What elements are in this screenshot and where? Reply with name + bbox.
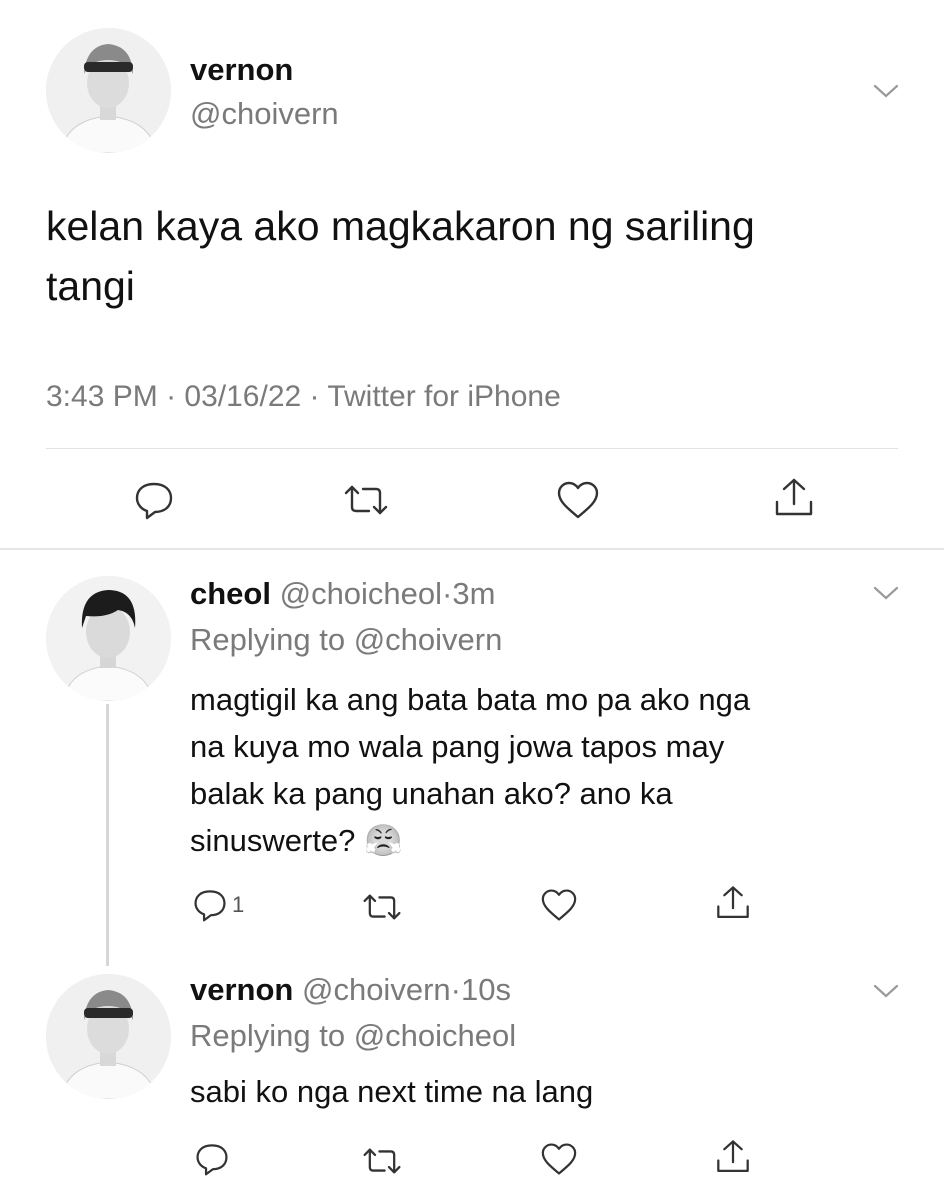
reply-header: cheol @choicheol·3m (190, 576, 495, 612)
retweet-icon (363, 1148, 401, 1174)
reply-text-line: sinuswerte? (190, 823, 356, 858)
chevron-down-icon (873, 84, 899, 98)
author-name[interactable]: vernon (190, 52, 293, 88)
chevron-down-icon (873, 586, 899, 600)
reply-header: vernon @choivern·10s (190, 972, 511, 1008)
share-button[interactable] (772, 476, 816, 520)
reply-text-line-last: sinuswerte? 😤 (190, 817, 750, 864)
tweet-menu-chevron[interactable] (872, 82, 900, 100)
reply-text: sabi ko nga next time na lang (190, 1074, 594, 1109)
meta-separator: · (442, 576, 453, 611)
reply-count: 1 (232, 892, 245, 917)
share-icon (717, 886, 749, 918)
reply-button[interactable] (194, 1142, 230, 1176)
replying-to[interactable]: Replying to @choicheol (190, 1018, 516, 1054)
reply-icon (196, 1144, 228, 1176)
author-name[interactable]: cheol (190, 576, 271, 611)
tweet-text: kelan kaya ako magkakaron ng sariling ta… (46, 196, 755, 316)
reply-button[interactable]: 1 (192, 888, 244, 922)
meta-separator: · (309, 380, 320, 413)
meta-separator: · (166, 380, 177, 413)
replying-to[interactable]: Replying to @choivern (190, 622, 502, 658)
avatar-vernon-main[interactable] (46, 28, 171, 153)
reply-time[interactable]: 3m (452, 576, 495, 611)
reply-text-line: magtigil ka ang bata bata mo pa ako nga (190, 682, 751, 717)
like-button[interactable] (540, 888, 578, 922)
tweet-source[interactable]: Twitter for iPhone (327, 380, 560, 413)
author-handle[interactable]: @choivern (190, 96, 339, 132)
reply-icon (194, 890, 226, 922)
author-handle[interactable]: @choicheol (280, 576, 442, 611)
tweet-meta: 3:43 PM · 03/16/22 · Twitter for iPhone (46, 380, 561, 414)
like-icon (541, 1143, 577, 1175)
author-name[interactable]: vernon (190, 972, 293, 1007)
reply-time[interactable]: 10s (461, 972, 511, 1007)
reply-text-line: balak ka pang unahan ako? ano ka (190, 776, 673, 811)
thread-line (106, 704, 109, 966)
share-icon (775, 478, 813, 516)
retweet-button[interactable] (343, 483, 389, 517)
author-handle[interactable]: @choivern (302, 972, 451, 1007)
retweet-icon (363, 894, 401, 920)
meta-separator: · (450, 972, 461, 1007)
tweet-menu-chevron[interactable] (872, 584, 900, 602)
tweet-text-line: tangi (46, 263, 135, 309)
like-icon (541, 889, 577, 921)
share-button[interactable] (714, 884, 752, 922)
emoji-steam-face: 😤 (364, 823, 403, 858)
share-button[interactable] (714, 1138, 752, 1176)
tweet-text-line: kelan kaya ako magkakaron ng sariling (46, 203, 755, 249)
section-separator (0, 548, 944, 550)
tweet-time[interactable]: 3:43 PM (46, 380, 158, 413)
avatar-vernon-reply[interactable] (46, 974, 171, 1099)
avatar-cheol[interactable] (46, 576, 171, 701)
share-icon (717, 1140, 749, 1172)
reply-icon (135, 482, 173, 520)
reply-text: magtigil ka ang bata bata mo pa ako nga … (190, 676, 750, 864)
retweet-button[interactable] (362, 892, 402, 922)
like-button[interactable] (540, 1142, 578, 1176)
tweet-menu-chevron[interactable] (872, 982, 900, 1000)
retweet-icon (344, 485, 388, 515)
tweet-date[interactable]: 03/16/22 (184, 380, 301, 413)
reply-button[interactable] (133, 480, 175, 520)
chevron-down-icon (873, 984, 899, 998)
like-icon (557, 481, 599, 519)
divider (46, 448, 898, 449)
like-button[interactable] (556, 480, 600, 520)
reply-text-line: na kuya mo wala pang jowa tapos may (190, 729, 725, 764)
retweet-button[interactable] (362, 1146, 402, 1176)
